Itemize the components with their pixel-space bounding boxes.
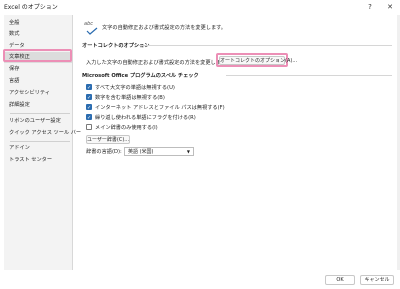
- sidebar-separator: [10, 113, 70, 114]
- sidebar-separator: [10, 141, 70, 142]
- sidebar-item-customize-ribbon[interactable]: リボンのユーザー設定: [4, 116, 72, 127]
- dictionary-language-label: 辞書の言語(D):: [86, 149, 122, 155]
- checkbox-main-dictionary-only[interactable]: [86, 124, 92, 130]
- checkbox-label: すべて大文字の単語は無視する(U): [95, 85, 175, 91]
- main-panel: abc 文字の自動修正および書式設定の方法を変更します。 オートコレクトのオプシ…: [76, 15, 394, 270]
- section-divider: [226, 75, 392, 76]
- checkbox-label: メイン辞書のみ使用する(I): [95, 125, 158, 131]
- dictionary-language-value: 英語 (米国): [128, 149, 154, 155]
- checkbox-ignore-internet-addresses[interactable]: ✓: [86, 104, 92, 111]
- title-bar: Excel のオプション ? ✕: [0, 0, 400, 14]
- user-dictionary-button[interactable]: ユーザー辞書(C)...: [86, 135, 130, 144]
- section-divider: [138, 45, 392, 46]
- sidebar-item-add-ins[interactable]: アドイン: [4, 143, 72, 154]
- selected-item-highlight: [3, 49, 72, 62]
- sidebar-item-formulas[interactable]: 数式: [4, 29, 72, 40]
- chevron-down-icon: ▼: [186, 149, 190, 154]
- page-description: 文字の自動修正および書式設定の方法を変更します。: [102, 25, 226, 31]
- checkbox-ignore-numbers[interactable]: ✓: [86, 94, 92, 101]
- sidebar-item-trust-center[interactable]: トラスト センター: [4, 155, 72, 166]
- abc-check-icon: abc: [84, 21, 98, 35]
- checkbox-flag-repeated-words[interactable]: ✓: [86, 114, 92, 121]
- sidebar-item-general[interactable]: 全般: [4, 18, 72, 29]
- checkbox-ignore-uppercase[interactable]: ✓: [86, 84, 92, 91]
- cancel-button[interactable]: キャンセル: [360, 275, 394, 285]
- window-title: Excel のオプション: [4, 4, 58, 11]
- ok-button[interactable]: OK: [325, 275, 355, 285]
- checkbox-label: 数字を含む単語は無視する(B): [95, 95, 165, 101]
- help-button[interactable]: ?: [362, 0, 378, 14]
- sidebar-item-accessibility[interactable]: アクセシビリティ: [4, 88, 72, 99]
- autocorrect-options-button[interactable]: オートコレクトのオプション(A)...: [219, 56, 297, 65]
- checkbox-label: 繰り返し使われる単語にフラグを付ける(R): [95, 115, 196, 121]
- sidebar-item-language[interactable]: 言語: [4, 76, 72, 87]
- checkbox-label: インターネット アドレスとファイル パスは無視する(F): [95, 105, 225, 111]
- autocorrect-description: 入力した文字の自動修正および書式設定の方法を変更します:: [86, 60, 228, 66]
- dictionary-language-select[interactable]: 英語 (米国) ▼: [124, 147, 194, 156]
- spellcheck-section-title: Microsoft Office プログラムのスペル チェック: [82, 73, 199, 79]
- sidebar-item-quick-access-toolbar[interactable]: クイック アクセス ツール バー: [4, 128, 81, 139]
- close-button[interactable]: ✕: [382, 0, 398, 14]
- sidebar-item-save[interactable]: 保存: [4, 64, 72, 75]
- sidebar-item-advanced[interactable]: 詳細設定: [4, 100, 72, 111]
